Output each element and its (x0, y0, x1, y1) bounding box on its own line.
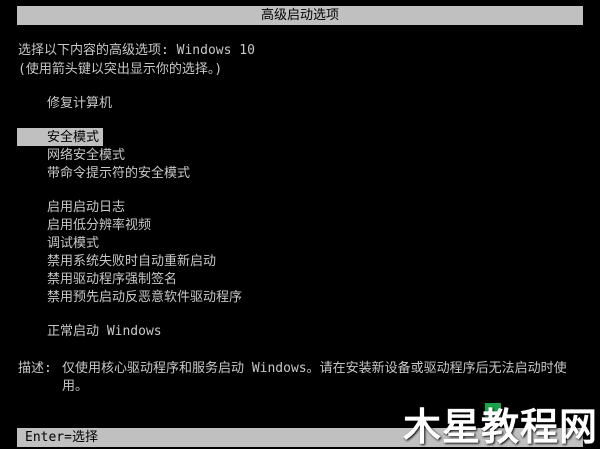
menu-item-safe-mode-cmd[interactable]: 带命令提示符的安全模式 (47, 165, 190, 182)
menu-item-disable-auto-restart[interactable]: 禁用系统失败时自动重新启动 (47, 253, 216, 270)
menu-item-safe-mode-network[interactable]: 网络安全模式 (47, 147, 125, 164)
menu-item-debug-mode[interactable]: 调试模式 (47, 235, 99, 252)
watermark-accent-icon (485, 403, 501, 417)
menu-item-disable-driver-signature[interactable]: 禁用驱动程序强制签名 (47, 271, 177, 288)
menu-item-low-res-video[interactable]: 启用低分辨率视频 (47, 217, 151, 234)
description-text: 仅使用核心驱动程序和服务启动 Windows。请在安装新设备或驱动程序后无法启动… (62, 361, 567, 394)
page-title: 高级启动选项 (260, 8, 339, 23)
menu-item-safe-mode[interactable]: 安全模式 (47, 129, 99, 146)
description-label: 描述: (18, 361, 52, 376)
menu-item-normal-boot[interactable]: 正常启动 Windows (47, 323, 162, 340)
menu-item-boot-logging[interactable]: 启用启动日志 (47, 199, 125, 216)
menu-item-repair[interactable]: 修复计算机 (47, 95, 112, 112)
footer-bar: Enter=选择 (17, 428, 583, 447)
menu-item-disable-elam[interactable]: 禁用预先启动反恶意软件驱动程序 (47, 289, 242, 306)
footer-hint: Enter=选择 (25, 430, 98, 445)
intro-text-line-1: 选择以下内容的高级选项: Windows 10 (18, 43, 255, 58)
title-bar: 高级启动选项 (17, 6, 583, 25)
intro-text-line-2: (使用箭头键以突出显示你的选择。) (18, 62, 223, 77)
